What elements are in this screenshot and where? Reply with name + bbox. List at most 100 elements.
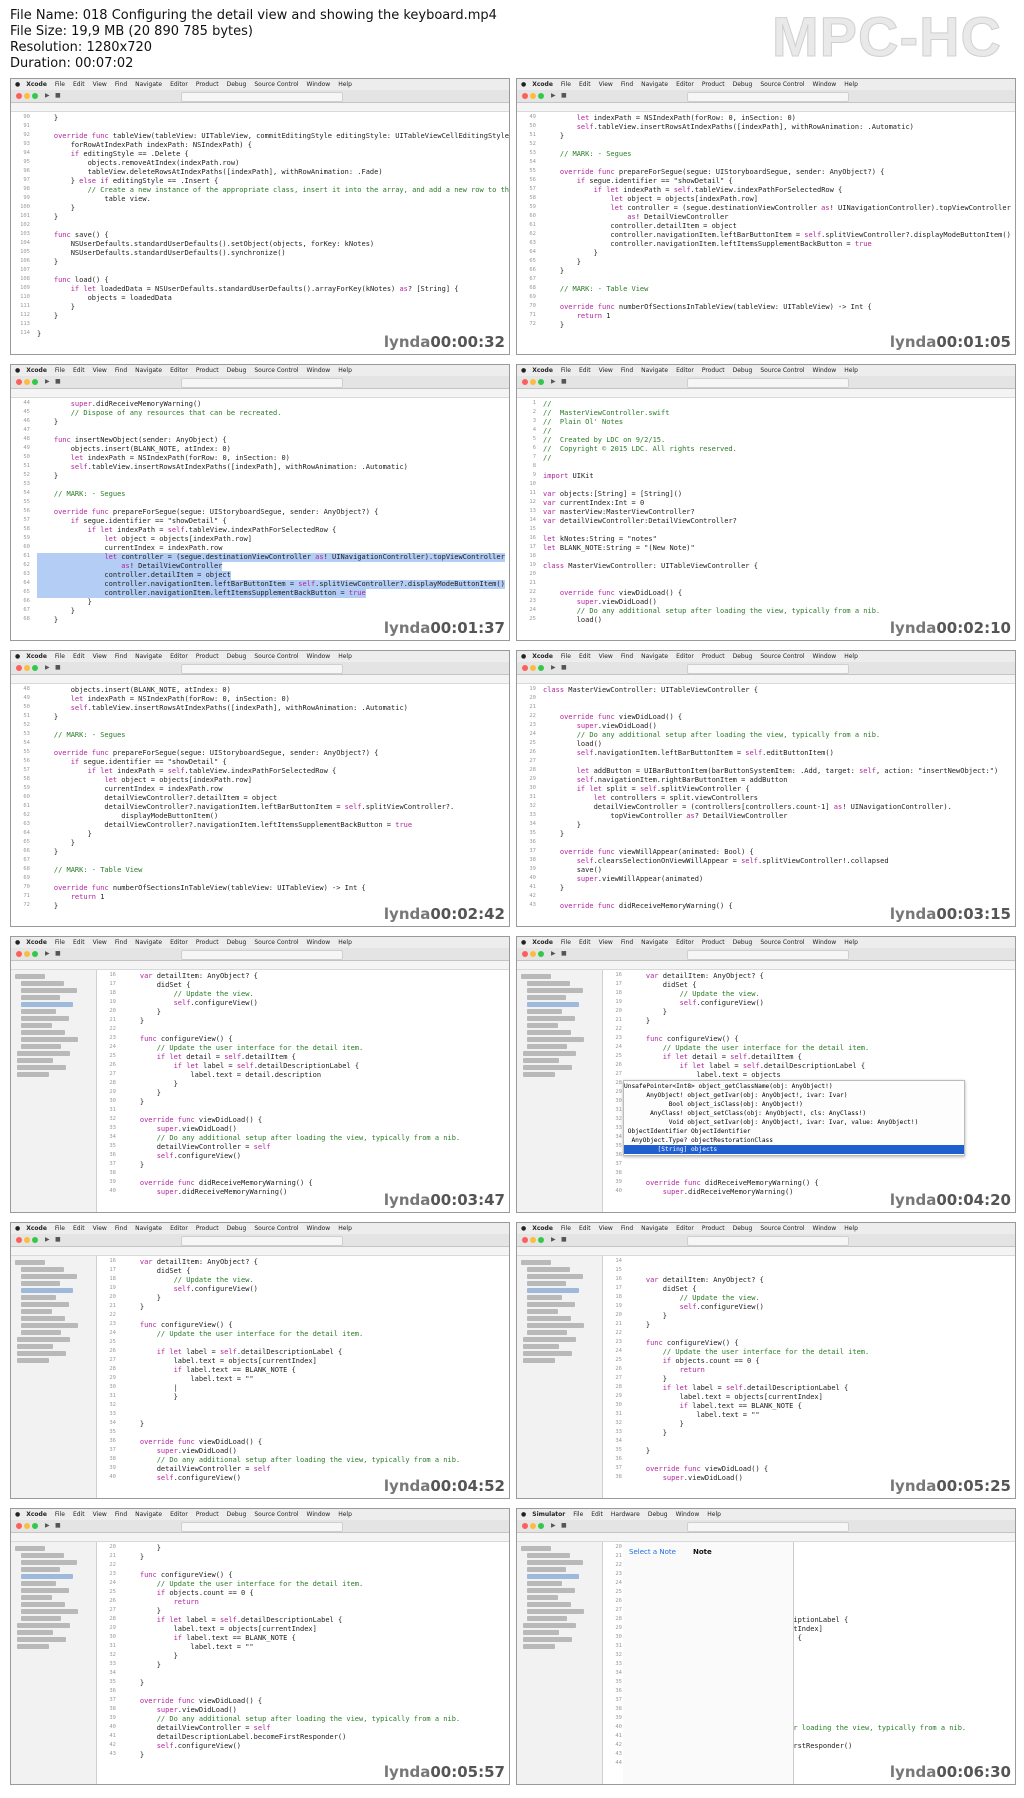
menu-item[interactable]: Find: [621, 653, 633, 660]
navigator-item[interactable]: [523, 1337, 576, 1342]
zoom-window-icon[interactable]: [32, 1237, 38, 1243]
navigator-item[interactable]: [523, 1637, 572, 1642]
menu-item[interactable]: Edit: [591, 1511, 603, 1518]
menu-item[interactable]: View: [93, 1511, 107, 1518]
navigator-item[interactable]: [21, 1560, 77, 1565]
minimize-window-icon[interactable]: [530, 665, 536, 671]
navigator-item[interactable]: [21, 1616, 61, 1621]
menu-item[interactable]: Debug: [227, 367, 247, 374]
menu-item[interactable]: Help: [338, 939, 352, 946]
stop-icon[interactable]: ■: [55, 1236, 61, 1244]
close-window-icon[interactable]: [16, 1237, 22, 1243]
run-icon[interactable]: ▶: [45, 92, 50, 100]
navigator-item[interactable]: [21, 1016, 69, 1021]
source-editor[interactable]: 90 91 92 93 94 95 96 97 98 99 100 101 102 103 104 105 10…: [11, 112, 509, 354]
run-icon[interactable]: ▶: [551, 92, 556, 100]
autocomplete-item[interactable]: [String] objects: [624, 1145, 964, 1154]
menu-item[interactable]: Product: [702, 653, 725, 660]
source-editor[interactable]: 20 21 22 23 24 25 26 27 28 29 30 31 32 33 34 35 36 37 38 39…: [97, 1542, 509, 1784]
navigator-item[interactable]: [521, 1546, 551, 1551]
back-button[interactable]: Select a Note: [629, 1548, 676, 1556]
menu-item[interactable]: Find: [115, 1511, 127, 1518]
navigator-item[interactable]: [21, 1009, 56, 1014]
navigator-item[interactable]: [17, 1072, 49, 1077]
menu-item[interactable]: Navigate: [135, 367, 162, 374]
menu-item[interactable]: Window: [307, 939, 331, 946]
navigator-item[interactable]: [521, 1260, 551, 1265]
navigator-item[interactable]: [527, 1288, 579, 1293]
autocomplete-item[interactable]: AnyObject.Type? objectRestorationClass: [624, 1136, 964, 1145]
menu-item[interactable]: Navigate: [641, 939, 668, 946]
menu-item[interactable]: Product: [196, 1225, 219, 1232]
menu-item[interactable]: File: [55, 81, 65, 88]
menu-item[interactable]: File: [561, 367, 571, 374]
zoom-window-icon[interactable]: [538, 951, 544, 957]
minimize-window-icon[interactable]: [24, 379, 30, 385]
navigator-item[interactable]: [527, 1037, 584, 1042]
menu-item[interactable]: Find: [115, 367, 127, 374]
menu-item[interactable]: Help: [844, 653, 858, 660]
menu-item[interactable]: Edit: [73, 939, 85, 946]
navigator-item[interactable]: [527, 1030, 571, 1035]
menu-item[interactable]: Product: [196, 653, 219, 660]
navigator-item[interactable]: [21, 1274, 77, 1279]
navigator-item[interactable]: [21, 1323, 78, 1328]
menu-item[interactable]: Source Control: [760, 367, 804, 374]
navigator-item[interactable]: [17, 1065, 66, 1070]
zoom-window-icon[interactable]: [538, 1237, 544, 1243]
source-editor[interactable]: 1 2 3 4 5 6 7 8 9 10 11 12 13 14 15 16 17 18 19 20 21 22 23 24 2…: [517, 398, 1015, 640]
navigator-item[interactable]: [17, 1637, 66, 1642]
navigator-item[interactable]: [527, 995, 566, 1000]
menu-item[interactable]: Window: [813, 653, 837, 660]
menu-item[interactable]: View: [93, 1225, 107, 1232]
menu-item[interactable]: Edit: [73, 653, 85, 660]
menu-item[interactable]: Xcode: [532, 367, 553, 374]
menu-item[interactable]: Navigate: [641, 81, 668, 88]
navigator-item[interactable]: [527, 981, 570, 986]
navigator-item[interactable]: [527, 1553, 570, 1558]
menu-item[interactable]: Xcode: [26, 367, 47, 374]
minimize-window-icon[interactable]: [24, 665, 30, 671]
zoom-window-icon[interactable]: [32, 379, 38, 385]
navigator-item[interactable]: [527, 1302, 575, 1307]
navigator-item[interactable]: [21, 1567, 60, 1572]
navigator-item[interactable]: [527, 1567, 566, 1572]
menu-item[interactable]: Find: [115, 939, 127, 946]
navigator-item[interactable]: [523, 1630, 559, 1635]
menu-item[interactable]: Edit: [579, 81, 591, 88]
close-window-icon[interactable]: [16, 93, 22, 99]
menu-item[interactable]: Editor: [170, 367, 188, 374]
minimize-window-icon[interactable]: [24, 93, 30, 99]
navigator-item[interactable]: [523, 1358, 555, 1363]
navigator-item[interactable]: [527, 1609, 584, 1614]
close-window-icon[interactable]: [16, 379, 22, 385]
menu-item[interactable]: Find: [621, 939, 633, 946]
navigator-item[interactable]: [21, 1302, 69, 1307]
menu-item[interactable]: Debug: [227, 939, 247, 946]
stop-icon[interactable]: ■: [55, 92, 61, 100]
menu-item[interactable]: Window: [676, 1511, 700, 1518]
menu-item[interactable]: Xcode: [26, 1511, 47, 1518]
menu-item[interactable]: Edit: [579, 1225, 591, 1232]
menu-item[interactable]: Editor: [676, 1225, 694, 1232]
run-icon[interactable]: ▶: [45, 1236, 50, 1244]
zoom-window-icon[interactable]: [538, 93, 544, 99]
menu-item[interactable]: Editor: [676, 653, 694, 660]
navigator-item[interactable]: [527, 1267, 570, 1272]
menu-item[interactable]: Find: [621, 81, 633, 88]
menu-item[interactable]: View: [599, 939, 613, 946]
navigator-item[interactable]: [21, 981, 64, 986]
navigator-item[interactable]: [21, 1595, 52, 1600]
minimize-window-icon[interactable]: [530, 379, 536, 385]
menu-item[interactable]: Debug: [227, 1511, 247, 1518]
menu-item[interactable]: File: [561, 939, 571, 946]
close-window-icon[interactable]: [522, 1523, 528, 1529]
navigator-item[interactable]: [21, 1030, 65, 1035]
menu-item[interactable]: Editor: [170, 1225, 188, 1232]
menu-item[interactable]: Debug: [733, 367, 753, 374]
zoom-window-icon[interactable]: [538, 665, 544, 671]
menu-item[interactable]: Xcode: [532, 81, 553, 88]
menu-item[interactable]: File: [561, 81, 571, 88]
navigator-item[interactable]: [21, 1609, 78, 1614]
menu-item[interactable]: Window: [813, 81, 837, 88]
